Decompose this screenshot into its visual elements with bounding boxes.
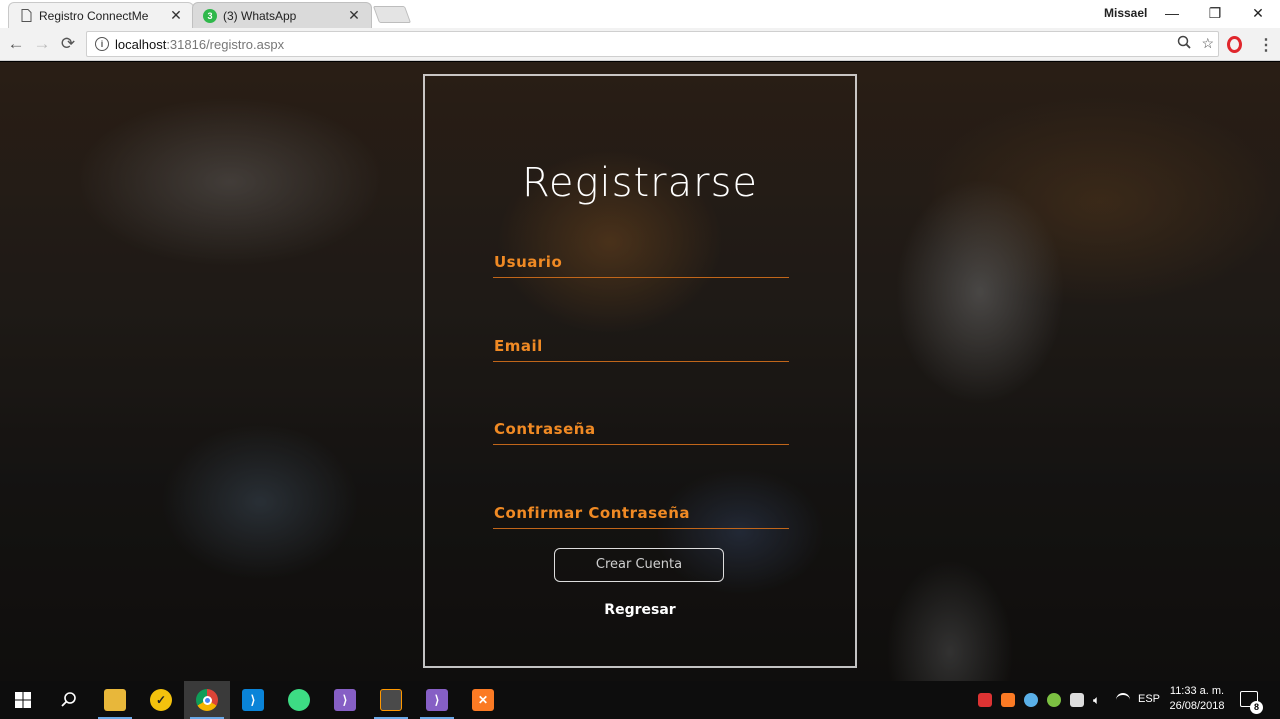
- page-title: Registrarse: [521, 160, 759, 206]
- volume-icon[interactable]: 🔈︎: [1093, 693, 1107, 707]
- confirm-password-field[interactable]: Confirmar Contraseña: [493, 495, 789, 529]
- visual-studio-icon: ⟩: [334, 689, 356, 711]
- visual-studio-button[interactable]: ⟩: [322, 681, 368, 719]
- tab-registro[interactable]: Registro ConnectMe ✕: [8, 2, 194, 28]
- username-input[interactable]: [493, 244, 789, 277]
- minimize-button[interactable]: —: [1152, 2, 1192, 24]
- whatsapp-icon: 3: [203, 8, 217, 23]
- norton-button[interactable]: ✓: [138, 681, 184, 719]
- forward-arrow-icon[interactable]: →: [32, 34, 52, 54]
- android-studio-icon: [288, 689, 310, 711]
- url-path: :31816/registro.aspx: [166, 36, 285, 52]
- confirm-password-input[interactable]: [493, 495, 789, 528]
- start-button[interactable]: [0, 681, 46, 719]
- xampp-icon: ✕: [472, 689, 494, 711]
- menu-icon[interactable]: ⋮: [1258, 35, 1274, 55]
- browser-toolbar: ← → ⟳ i localhost:31816/registro.aspx ☆ …: [0, 28, 1280, 61]
- battery-icon[interactable]: [1070, 693, 1084, 707]
- clock-date: 26/08/2018: [1169, 700, 1225, 712]
- vscode-button[interactable]: ⟩: [230, 681, 276, 719]
- vscode-icon: ⟩: [242, 689, 264, 711]
- profile-name[interactable]: Missael: [1104, 6, 1147, 20]
- back-link[interactable]: Regresar: [425, 602, 855, 618]
- register-panel: Registrarse Usuario Email Contraseña Con…: [423, 74, 857, 668]
- opera-extension-icon[interactable]: [1227, 36, 1242, 53]
- url-host: localhost: [115, 36, 167, 52]
- search-button[interactable]: [46, 681, 92, 719]
- android-studio-button[interactable]: [276, 681, 322, 719]
- email-field[interactable]: Email: [493, 328, 789, 362]
- tab-title: Registro ConnectMe: [39, 8, 149, 23]
- windows-logo-icon: [15, 692, 31, 708]
- page-icon: [19, 9, 33, 23]
- notification-badge: 8: [1250, 701, 1263, 714]
- password-input[interactable]: [493, 411, 789, 444]
- search-icon: [61, 692, 76, 707]
- clock[interactable]: 11:33 a. m. 26/08/2018: [1164, 684, 1230, 714]
- clock-time: 11:33 a. m.: [1169, 685, 1225, 697]
- tab-strip: Registro ConnectMe ✕ 3 (3) WhatsApp ✕ Mi…: [0, 0, 1280, 28]
- tab-whatsapp[interactable]: 3 (3) WhatsApp ✕: [192, 2, 372, 28]
- wifi-icon[interactable]: [1116, 693, 1130, 707]
- xampp-button[interactable]: ✕: [460, 681, 506, 719]
- bookmark-star-icon[interactable]: ☆: [1201, 35, 1214, 52]
- create-account-button[interactable]: Crear Cuenta: [554, 548, 724, 582]
- language-indicator[interactable]: ESP: [1138, 693, 1160, 705]
- zoom-icon[interactable]: [1177, 35, 1192, 52]
- folder-icon: [104, 689, 126, 711]
- reload-icon[interactable]: ⟳: [58, 34, 78, 54]
- maximize-button[interactable]: ❐: [1195, 2, 1235, 24]
- close-window-button[interactable]: ✕: [1238, 2, 1278, 24]
- email-input[interactable]: [493, 328, 789, 361]
- tray-app-icon[interactable]: [1047, 693, 1061, 707]
- tray-shield-icon[interactable]: [978, 693, 992, 707]
- new-tab-button[interactable]: [372, 6, 412, 23]
- page-background: Registrarse Usuario Email Contraseña Con…: [0, 62, 1280, 681]
- username-field[interactable]: Usuario: [493, 244, 789, 278]
- chrome-button[interactable]: [184, 681, 230, 719]
- tray-cloud-icon[interactable]: [1024, 693, 1038, 707]
- address-bar[interactable]: i localhost:31816/registro.aspx ☆: [86, 31, 1219, 57]
- system-tray: 🔈︎: [978, 689, 1130, 711]
- tab-title: (3) WhatsApp: [223, 8, 297, 23]
- info-icon[interactable]: i: [95, 37, 109, 51]
- sublime-button[interactable]: [368, 681, 414, 719]
- norton-icon: ✓: [150, 689, 172, 711]
- sublime-icon: [380, 689, 402, 711]
- tray-xampp-icon[interactable]: [1001, 693, 1015, 707]
- taskbar: ✓ ⟩ ⟩ ⟩ ✕ 🔈︎ ESP 11:33 a. m. 26/08/2018 …: [0, 681, 1280, 719]
- back-arrow-icon[interactable]: ←: [6, 34, 26, 54]
- close-tab-icon[interactable]: ✕: [347, 7, 361, 24]
- chrome-icon: [196, 689, 218, 711]
- close-tab-icon[interactable]: ✕: [169, 7, 183, 24]
- password-field[interactable]: Contraseña: [493, 411, 789, 445]
- visual-studio-icon: ⟩: [426, 689, 448, 711]
- visual-studio-2-button[interactable]: ⟩: [414, 681, 460, 719]
- file-explorer-button[interactable]: [92, 681, 138, 719]
